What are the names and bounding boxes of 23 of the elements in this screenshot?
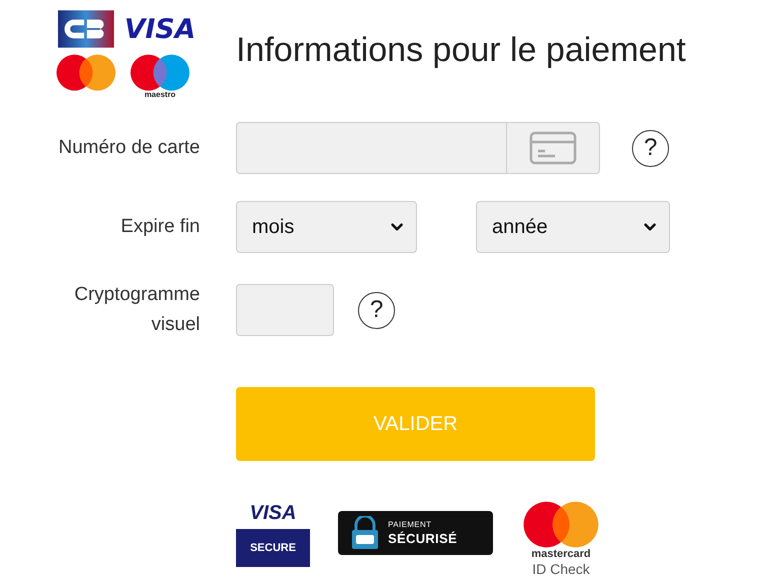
card-number-field[interactable] [236,122,600,174]
mastercard-wordmark: mastercard [531,548,591,562]
field-label: Expire fin [120,215,200,239]
field-label: Numéro de carte [58,136,200,160]
padlock-icon [350,516,380,550]
cb-logo [58,10,114,48]
dropdown[interactable]: année [476,201,670,253]
page-title: Informations pour le paiement [236,30,686,70]
visa-logo: VISA [250,501,296,525]
maestro-text: maestro [144,91,176,100]
badge-caption: PAIEMENT [388,521,433,529]
secure-label: SECURE [236,529,310,567]
dropdown[interactable]: mois [236,201,417,253]
visa-logo: VISA [124,16,196,42]
badge-title: SÉCURISÉ [388,532,458,545]
help-icon[interactable]: ? [358,292,395,328]
cvv-field[interactable] [236,284,334,336]
id-check-label: ID Check [532,561,590,578]
mastercard-logo [56,54,116,92]
credit-card-icon [529,131,577,165]
field-label: Cryptogramme visuel [73,283,200,337]
maestro-logo [130,54,190,92]
help-icon[interactable]: ? [632,130,669,166]
